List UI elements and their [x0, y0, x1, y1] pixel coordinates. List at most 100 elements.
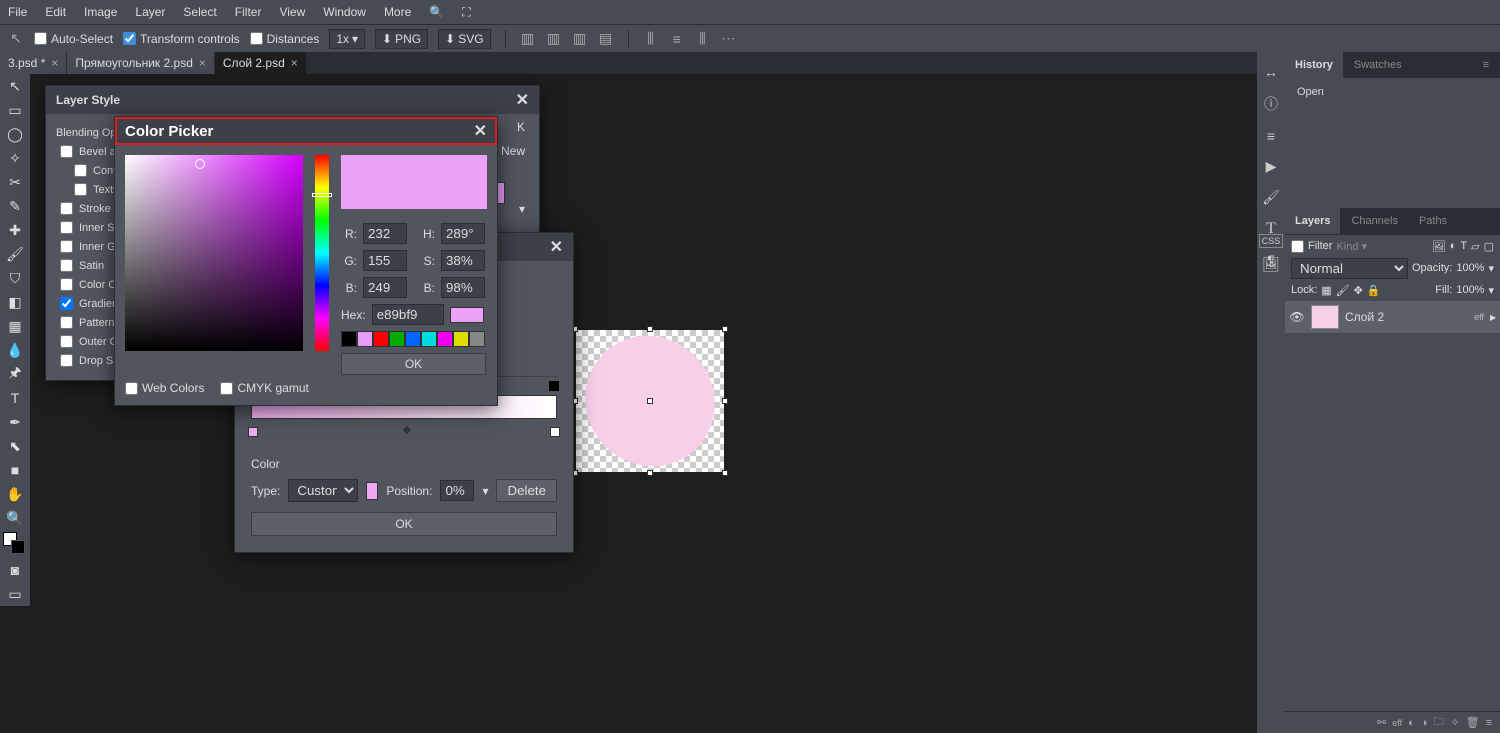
dodge-tool[interactable]: 🖈: [0, 362, 30, 386]
menu-file[interactable]: File: [8, 5, 27, 19]
g-input[interactable]: [363, 250, 407, 271]
menu-view[interactable]: View: [279, 5, 305, 19]
stamp-tool[interactable]: ⛉: [0, 266, 30, 290]
layer-fx-icon[interactable]: eff: [1392, 718, 1402, 728]
layer-row[interactable]: 👁 Слой 2 eff ▸: [1285, 301, 1500, 333]
align-top-icon[interactable]: ▤: [598, 32, 614, 46]
cmyk-gamut-checkbox[interactable]: CMYK gamut: [220, 381, 308, 395]
menu-layer[interactable]: Layer: [135, 5, 165, 19]
arrows-icon[interactable]: ↔: [1264, 64, 1278, 80]
kind-select[interactable]: Kind ▾: [1336, 240, 1367, 253]
image-icon[interactable]: 🖼: [1262, 256, 1280, 273]
chevron-down-icon[interactable]: ▾: [1488, 262, 1494, 275]
history-item[interactable]: Open: [1291, 84, 1494, 100]
healing-tool[interactable]: ✚: [0, 218, 30, 242]
transform-handle[interactable]: [722, 470, 728, 476]
opacity-value[interactable]: 100%: [1456, 262, 1484, 274]
doc-tab[interactable]: 3.psd *×: [0, 52, 67, 74]
delete-layer-icon[interactable]: 🗑: [1466, 716, 1480, 729]
ok-button[interactable]: OK: [251, 512, 557, 536]
zoom-select[interactable]: 1x ▾: [329, 29, 365, 49]
h-input[interactable]: [441, 223, 485, 244]
close-icon[interactable]: ×: [291, 56, 298, 70]
menu-filter[interactable]: Filter: [235, 5, 262, 19]
marquee-tool[interactable]: ▭: [0, 98, 30, 122]
midpoint-stop[interactable]: [403, 426, 411, 434]
saturation-brightness-field[interactable]: [125, 155, 303, 351]
layers-tab[interactable]: Layers: [1285, 208, 1341, 234]
brush-settings-icon[interactable]: 🖌: [1262, 189, 1280, 206]
selected-layer-shape[interactable]: [576, 330, 724, 472]
web-colors-checkbox[interactable]: Web Colors: [125, 381, 204, 395]
sb-indicator[interactable]: [195, 159, 205, 169]
filter-adjust-icon[interactable]: ◐: [1450, 240, 1457, 252]
adjustment-layer-icon[interactable]: ◑: [1421, 717, 1428, 729]
play-icon[interactable]: ▶: [1266, 158, 1277, 175]
br-input[interactable]: [441, 277, 485, 298]
filter-smart-icon[interactable]: ▢: [1484, 240, 1494, 253]
pen-tool[interactable]: ✒: [0, 410, 30, 434]
chevron-down-icon[interactable]: ▾: [482, 484, 488, 498]
wand-tool[interactable]: ✧: [0, 146, 30, 170]
ok-button[interactable]: OK: [341, 353, 486, 375]
hue-indicator[interactable]: [312, 193, 332, 197]
transform-handle[interactable]: [647, 470, 653, 476]
lock-transparency-icon[interactable]: ▦: [1321, 284, 1331, 297]
transform-handle[interactable]: [647, 326, 653, 332]
panel-menu-icon[interactable]: ≡: [1473, 52, 1500, 78]
link-layers-icon[interactable]: ⚯: [1377, 716, 1386, 729]
color-stop[interactable]: [550, 427, 560, 437]
doc-tab-active[interactable]: Слой 2.psd×: [215, 52, 307, 74]
eraser-tool[interactable]: ◧: [0, 290, 30, 314]
new-folder-icon[interactable]: 🗀: [1433, 713, 1444, 732]
s-input[interactable]: [441, 250, 485, 271]
close-icon[interactable]: ✕: [550, 237, 563, 257]
delete-stop-button[interactable]: Delete: [496, 479, 557, 502]
background-swatch[interactable]: [11, 540, 25, 554]
color-swatches[interactable]: [0, 530, 30, 558]
info-icon[interactable]: ⓘ: [1264, 94, 1278, 114]
close-icon[interactable]: ✕: [516, 90, 529, 110]
lock-position-icon[interactable]: ✥: [1354, 284, 1363, 297]
layer-fx-badge[interactable]: eff: [1474, 312, 1484, 322]
move-tool[interactable]: ↖: [0, 74, 30, 98]
type-select[interactable]: Custom: [288, 479, 358, 502]
palette-swatch[interactable]: [389, 331, 405, 347]
lasso-tool[interactable]: ◯: [0, 122, 30, 146]
zoom-tool[interactable]: 🔍: [0, 506, 30, 530]
eyedropper-tool[interactable]: ✎: [0, 194, 30, 218]
menu-select[interactable]: Select: [183, 5, 216, 19]
layer-name[interactable]: Слой 2: [1345, 310, 1384, 324]
align-right-icon[interactable]: ▥: [572, 32, 588, 46]
visibility-icon[interactable]: 👁: [1289, 310, 1305, 324]
doc-tab[interactable]: Прямоугольник 2.psd×: [67, 52, 215, 74]
blur-tool[interactable]: 💧: [0, 338, 30, 362]
lock-pixels-icon[interactable]: 🖌: [1336, 284, 1350, 297]
new-layer-icon[interactable]: ✧: [1450, 716, 1459, 729]
shape-tool[interactable]: ■: [0, 458, 30, 482]
type-tool[interactable]: T: [0, 386, 30, 410]
blend-mode-select[interactable]: Normal: [1291, 258, 1408, 279]
history-tab[interactable]: History: [1285, 52, 1344, 78]
transform-handle[interactable]: [722, 398, 728, 404]
palette-swatch[interactable]: [421, 331, 437, 347]
palette-swatch[interactable]: [453, 331, 469, 347]
fill-value[interactable]: 100%: [1456, 284, 1484, 296]
swatches-tab[interactable]: Swatches: [1344, 52, 1413, 78]
quick-mask-tool[interactable]: ◙: [0, 558, 30, 582]
paths-tab[interactable]: Paths: [1409, 208, 1458, 234]
stop-color-swatch[interactable]: [366, 482, 378, 500]
chevron-down-icon[interactable]: ▾: [519, 202, 525, 216]
path-select-tool[interactable]: ⬉: [0, 434, 30, 458]
auto-select-checkbox[interactable]: Auto-Select: [34, 32, 113, 46]
align-left-icon[interactable]: ▥: [520, 32, 536, 46]
css-panel-button[interactable]: CSS: [1259, 234, 1284, 248]
filter-pixel-icon[interactable]: 🖼: [1432, 240, 1446, 253]
menu-image[interactable]: Image: [84, 5, 117, 19]
transform-controls-checkbox[interactable]: Transform controls: [123, 32, 240, 46]
opacity-stop[interactable]: [549, 381, 559, 391]
b-input[interactable]: [363, 277, 407, 298]
align-center-h-icon[interactable]: ▥: [546, 32, 562, 46]
palette-swatch[interactable]: [469, 331, 485, 347]
palette-swatch[interactable]: [437, 331, 453, 347]
